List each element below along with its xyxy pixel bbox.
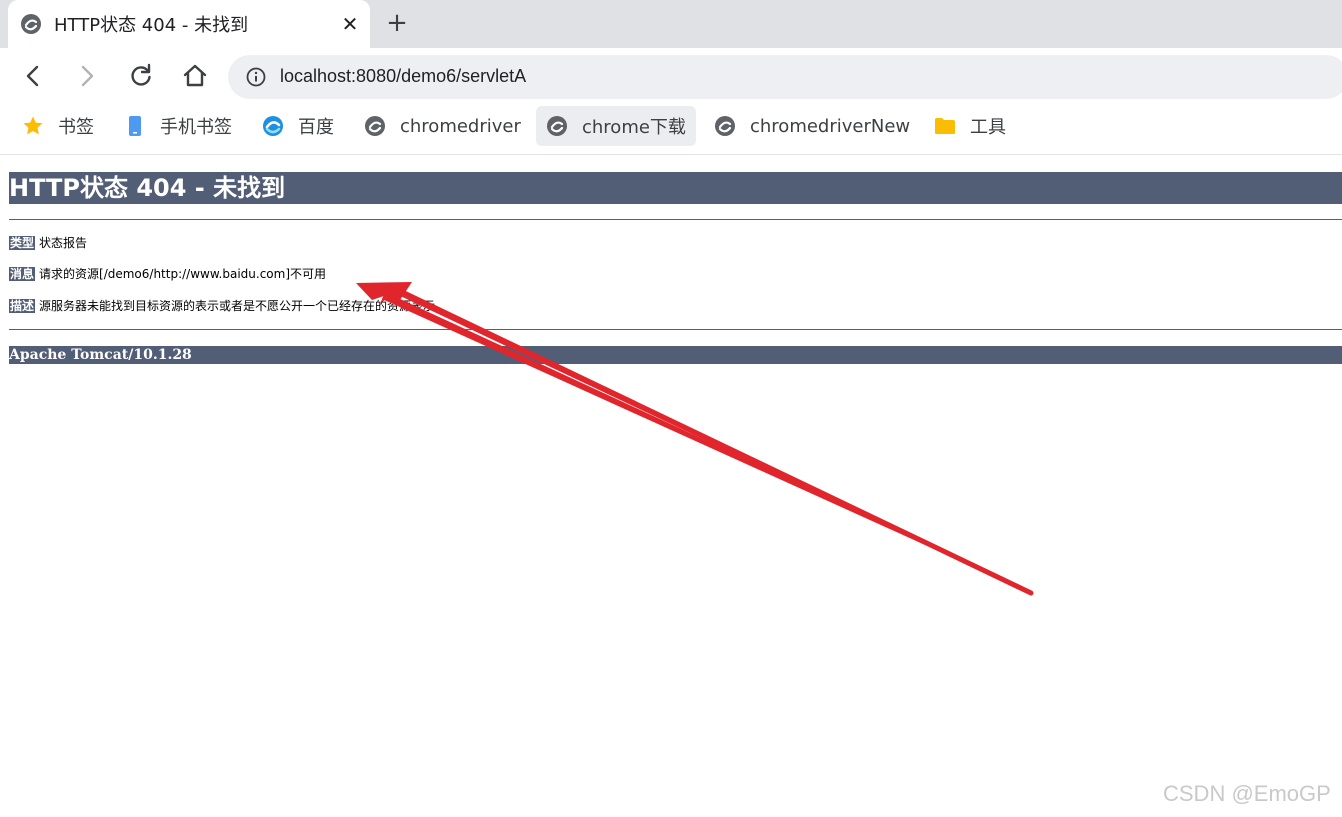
tab-title: HTTP状态 404 - 未找到 [54, 15, 249, 36]
description-label: 描述 [9, 299, 36, 313]
bookmark-chrome-download[interactable]: chrome下载 [536, 106, 696, 146]
bookmark-label: chromedriverNew [750, 115, 911, 137]
close-tab-icon[interactable]: ✕ [338, 12, 362, 36]
bookmark-chromedriver[interactable]: chromedriver [354, 106, 531, 146]
error-message-row: 消息 请求的资源[/demo6/http://www.baidu.com]不可用 [9, 265, 326, 283]
site-icon [365, 116, 385, 136]
url-text[interactable]: localhost:8080/demo6/servletA [280, 66, 526, 87]
bookmark-label: 手机书签 [160, 117, 232, 138]
home-icon[interactable] [181, 62, 209, 90]
bookmarks-bar: 书签 手机书签 百度 chromedriver chrome下载 chromed… [0, 104, 1342, 155]
bookmark-folder-tools[interactable]: 工具 [924, 106, 1016, 146]
active-tab[interactable]: HTTP状态 404 - 未找到 ✕ [8, 0, 370, 48]
mobile-icon [129, 116, 141, 136]
bookmark-label: 工具 [970, 117, 1006, 138]
type-value: 状态报告 [39, 236, 88, 250]
bookmark-baidu[interactable]: 百度 [252, 106, 344, 146]
browser-toolbar: localhost:8080/demo6/servletA [0, 48, 1342, 104]
bookmark-bookmarks[interactable]: 书签 [12, 106, 104, 146]
tab-strip: HTTP状态 404 - 未找到 ✕ + [0, 0, 1342, 48]
site-favicon-icon [21, 14, 41, 34]
type-label: 类型 [9, 236, 36, 250]
bookmark-label: 百度 [298, 117, 334, 138]
message-value: 请求的资源[/demo6/http://www.baidu.com]不可用 [39, 267, 327, 281]
watermark: CSDN @EmoGP [1163, 781, 1331, 806]
divider [9, 219, 1342, 220]
description-value: 源服务器未能找到目标资源的表示或者是不愿公开一个已经存在的资源表示。 [39, 299, 448, 313]
message-label: 消息 [9, 267, 36, 281]
bookmark-label: chromedriver [400, 115, 521, 137]
error-heading: HTTP状态 404 - 未找到 [9, 172, 1342, 204]
reload-icon[interactable] [127, 62, 155, 90]
bookmark-mobile[interactable]: 手机书签 [114, 106, 242, 146]
bookmark-label: chrome下载 [582, 117, 686, 138]
forward-icon[interactable] [73, 62, 101, 90]
new-tab-button[interactable]: + [383, 9, 411, 37]
bookmark-label: 书签 [58, 117, 94, 138]
folder-icon [935, 118, 955, 134]
back-icon[interactable] [19, 62, 47, 90]
address-bar[interactable]: localhost:8080/demo6/servletA [228, 55, 1342, 99]
site-icon [547, 116, 567, 136]
star-icon [23, 116, 43, 135]
bookmark-chromedriver-new[interactable]: chromedriverNew [704, 106, 920, 146]
divider [9, 329, 1342, 330]
edge-icon [263, 116, 283, 136]
site-info-icon[interactable] [246, 67, 266, 87]
error-type-row: 类型 状态报告 [9, 234, 87, 252]
site-icon [715, 116, 735, 136]
error-description-row: 描述 源服务器未能找到目标资源的表示或者是不愿公开一个已经存在的资源表示。 [9, 297, 447, 315]
server-footer: Apache Tomcat/10.1.28 [9, 346, 1342, 364]
page-content: HTTP状态 404 - 未找到 类型 状态报告 消息 请求的资源[/demo6/h… [0, 155, 1342, 817]
